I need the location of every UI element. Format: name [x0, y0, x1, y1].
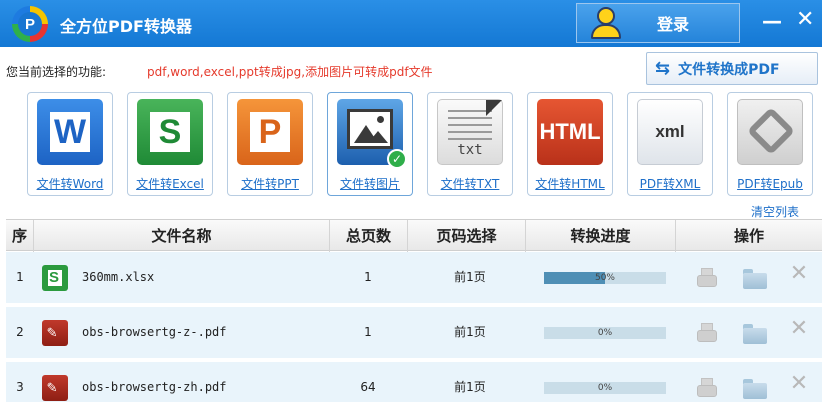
printer-icon[interactable]	[696, 321, 718, 345]
table-row[interactable]: 3 ✎ obs-browsertg-zh.pdf 64 前1页 0% ✕	[6, 362, 822, 402]
html-icon: HTML	[537, 99, 603, 165]
file-table-header: 序 文件名称 总页数 页码选择 转换进度 操作	[6, 219, 822, 252]
table-row[interactable]: 2 ✎ obs-browsertg-z-.pdf 1 前1页 0% ✕	[6, 307, 822, 360]
minimize-button[interactable]: —	[762, 9, 782, 33]
progress-label: 50%	[594, 273, 615, 283]
app-logo-icon: P	[12, 6, 48, 42]
file-name: obs-browsertg-z-.pdf	[82, 325, 227, 339]
column-header-filename: 文件名称	[34, 220, 330, 252]
tool-word[interactable]: W 文件转Word	[27, 92, 113, 196]
title-bar: P 全方位PDF转换器 登录 — ✕	[0, 0, 822, 47]
close-button[interactable]: ✕	[796, 7, 814, 32]
row-index: 1	[16, 270, 24, 284]
tool-html[interactable]: HTML 文件转HTML	[527, 92, 613, 196]
progress-bar: 0%	[544, 382, 666, 394]
table-row[interactable]: 1 S 360mm.xlsx 1 前1页 50% ✕	[6, 252, 822, 305]
excel-file-icon: S	[42, 265, 68, 291]
clear-list-link[interactable]: 清空列表	[751, 203, 799, 220]
total-pages: 1	[364, 325, 372, 339]
column-header-pages: 总页数	[330, 220, 408, 252]
delete-icon[interactable]: ✕	[788, 262, 810, 286]
tool-xml[interactable]: xml PDF转XML	[627, 92, 713, 196]
user-icon	[589, 6, 623, 40]
tool-ppt[interactable]: P 文件转PPT	[227, 92, 313, 196]
tool-label: 文件转HTML	[535, 177, 605, 191]
row-index: 2	[16, 325, 24, 339]
tool-label: PDF转XML	[639, 177, 701, 191]
tool-label: 文件转图片	[339, 177, 400, 191]
tool-excel[interactable]: S 文件转Excel	[127, 92, 213, 196]
app-title: 全方位PDF转换器	[60, 17, 192, 36]
column-header-progress: 转换进度	[526, 220, 676, 252]
convert-to-pdf-button[interactable]: ⇆ 文件转换成PDF	[646, 52, 818, 85]
row-index: 3	[16, 380, 24, 394]
login-button[interactable]: 登录	[576, 3, 740, 43]
ppt-icon: P	[237, 99, 303, 165]
page-range-select[interactable]: 前1页	[416, 362, 524, 402]
selected-check-icon: ✓	[387, 149, 407, 169]
tool-epub[interactable]: PDF转Epub	[727, 92, 813, 196]
tool-label: PDF转Epub	[737, 177, 803, 191]
delete-icon[interactable]: ✕	[788, 372, 810, 396]
convert-to-pdf-label: 文件转换成PDF	[678, 61, 780, 78]
printer-icon[interactable]	[696, 266, 718, 290]
swap-arrows-icon: ⇆	[655, 58, 671, 79]
progress-label: 0%	[597, 328, 613, 338]
folder-icon[interactable]	[742, 376, 768, 400]
tool-image[interactable]: ✓ 文件转图片	[327, 92, 413, 196]
page-range-select[interactable]: 前1页	[416, 307, 524, 358]
file-name: 360mm.xlsx	[82, 270, 155, 284]
excel-icon: S	[137, 99, 203, 165]
tool-label: 文件转Word	[36, 177, 104, 191]
column-header-actions: 操作	[733, 227, 764, 245]
login-label: 登录	[657, 15, 690, 34]
progress-label: 0%	[597, 383, 613, 393]
current-function-description: pdf,word,excel,ppt转成jpg,添加图片可转成pdf文件	[147, 65, 433, 79]
folder-icon[interactable]	[742, 321, 768, 345]
total-pages: 64	[360, 380, 376, 394]
total-pages: 1	[364, 270, 372, 284]
column-header-index: 序	[6, 220, 34, 252]
current-function-label: 您当前选择的功能:	[6, 65, 107, 79]
tool-label: 文件转Excel	[136, 177, 204, 191]
tool-txt[interactable]: txt 文件转TXT	[427, 92, 513, 196]
folder-icon[interactable]	[742, 266, 768, 290]
word-icon: W	[37, 99, 103, 165]
progress-bar: 0%	[544, 327, 666, 339]
xml-icon: xml	[637, 99, 703, 165]
image-icon: ✓	[337, 99, 407, 169]
pdf-file-icon: ✎	[42, 375, 68, 401]
txt-icon: txt	[437, 99, 503, 165]
delete-icon[interactable]: ✕	[788, 317, 810, 341]
epub-icon	[737, 99, 803, 165]
progress-bar: 50%	[544, 272, 666, 284]
file-name: obs-browsertg-zh.pdf	[82, 380, 227, 394]
tool-label: 文件转TXT	[440, 177, 500, 191]
pdf-file-icon: ✎	[42, 320, 68, 346]
page-range-select[interactable]: 前1页	[416, 252, 524, 303]
tool-label: 文件转PPT	[241, 177, 299, 191]
printer-icon[interactable]	[696, 376, 718, 400]
column-header-page-range: 页码选择	[408, 220, 526, 252]
